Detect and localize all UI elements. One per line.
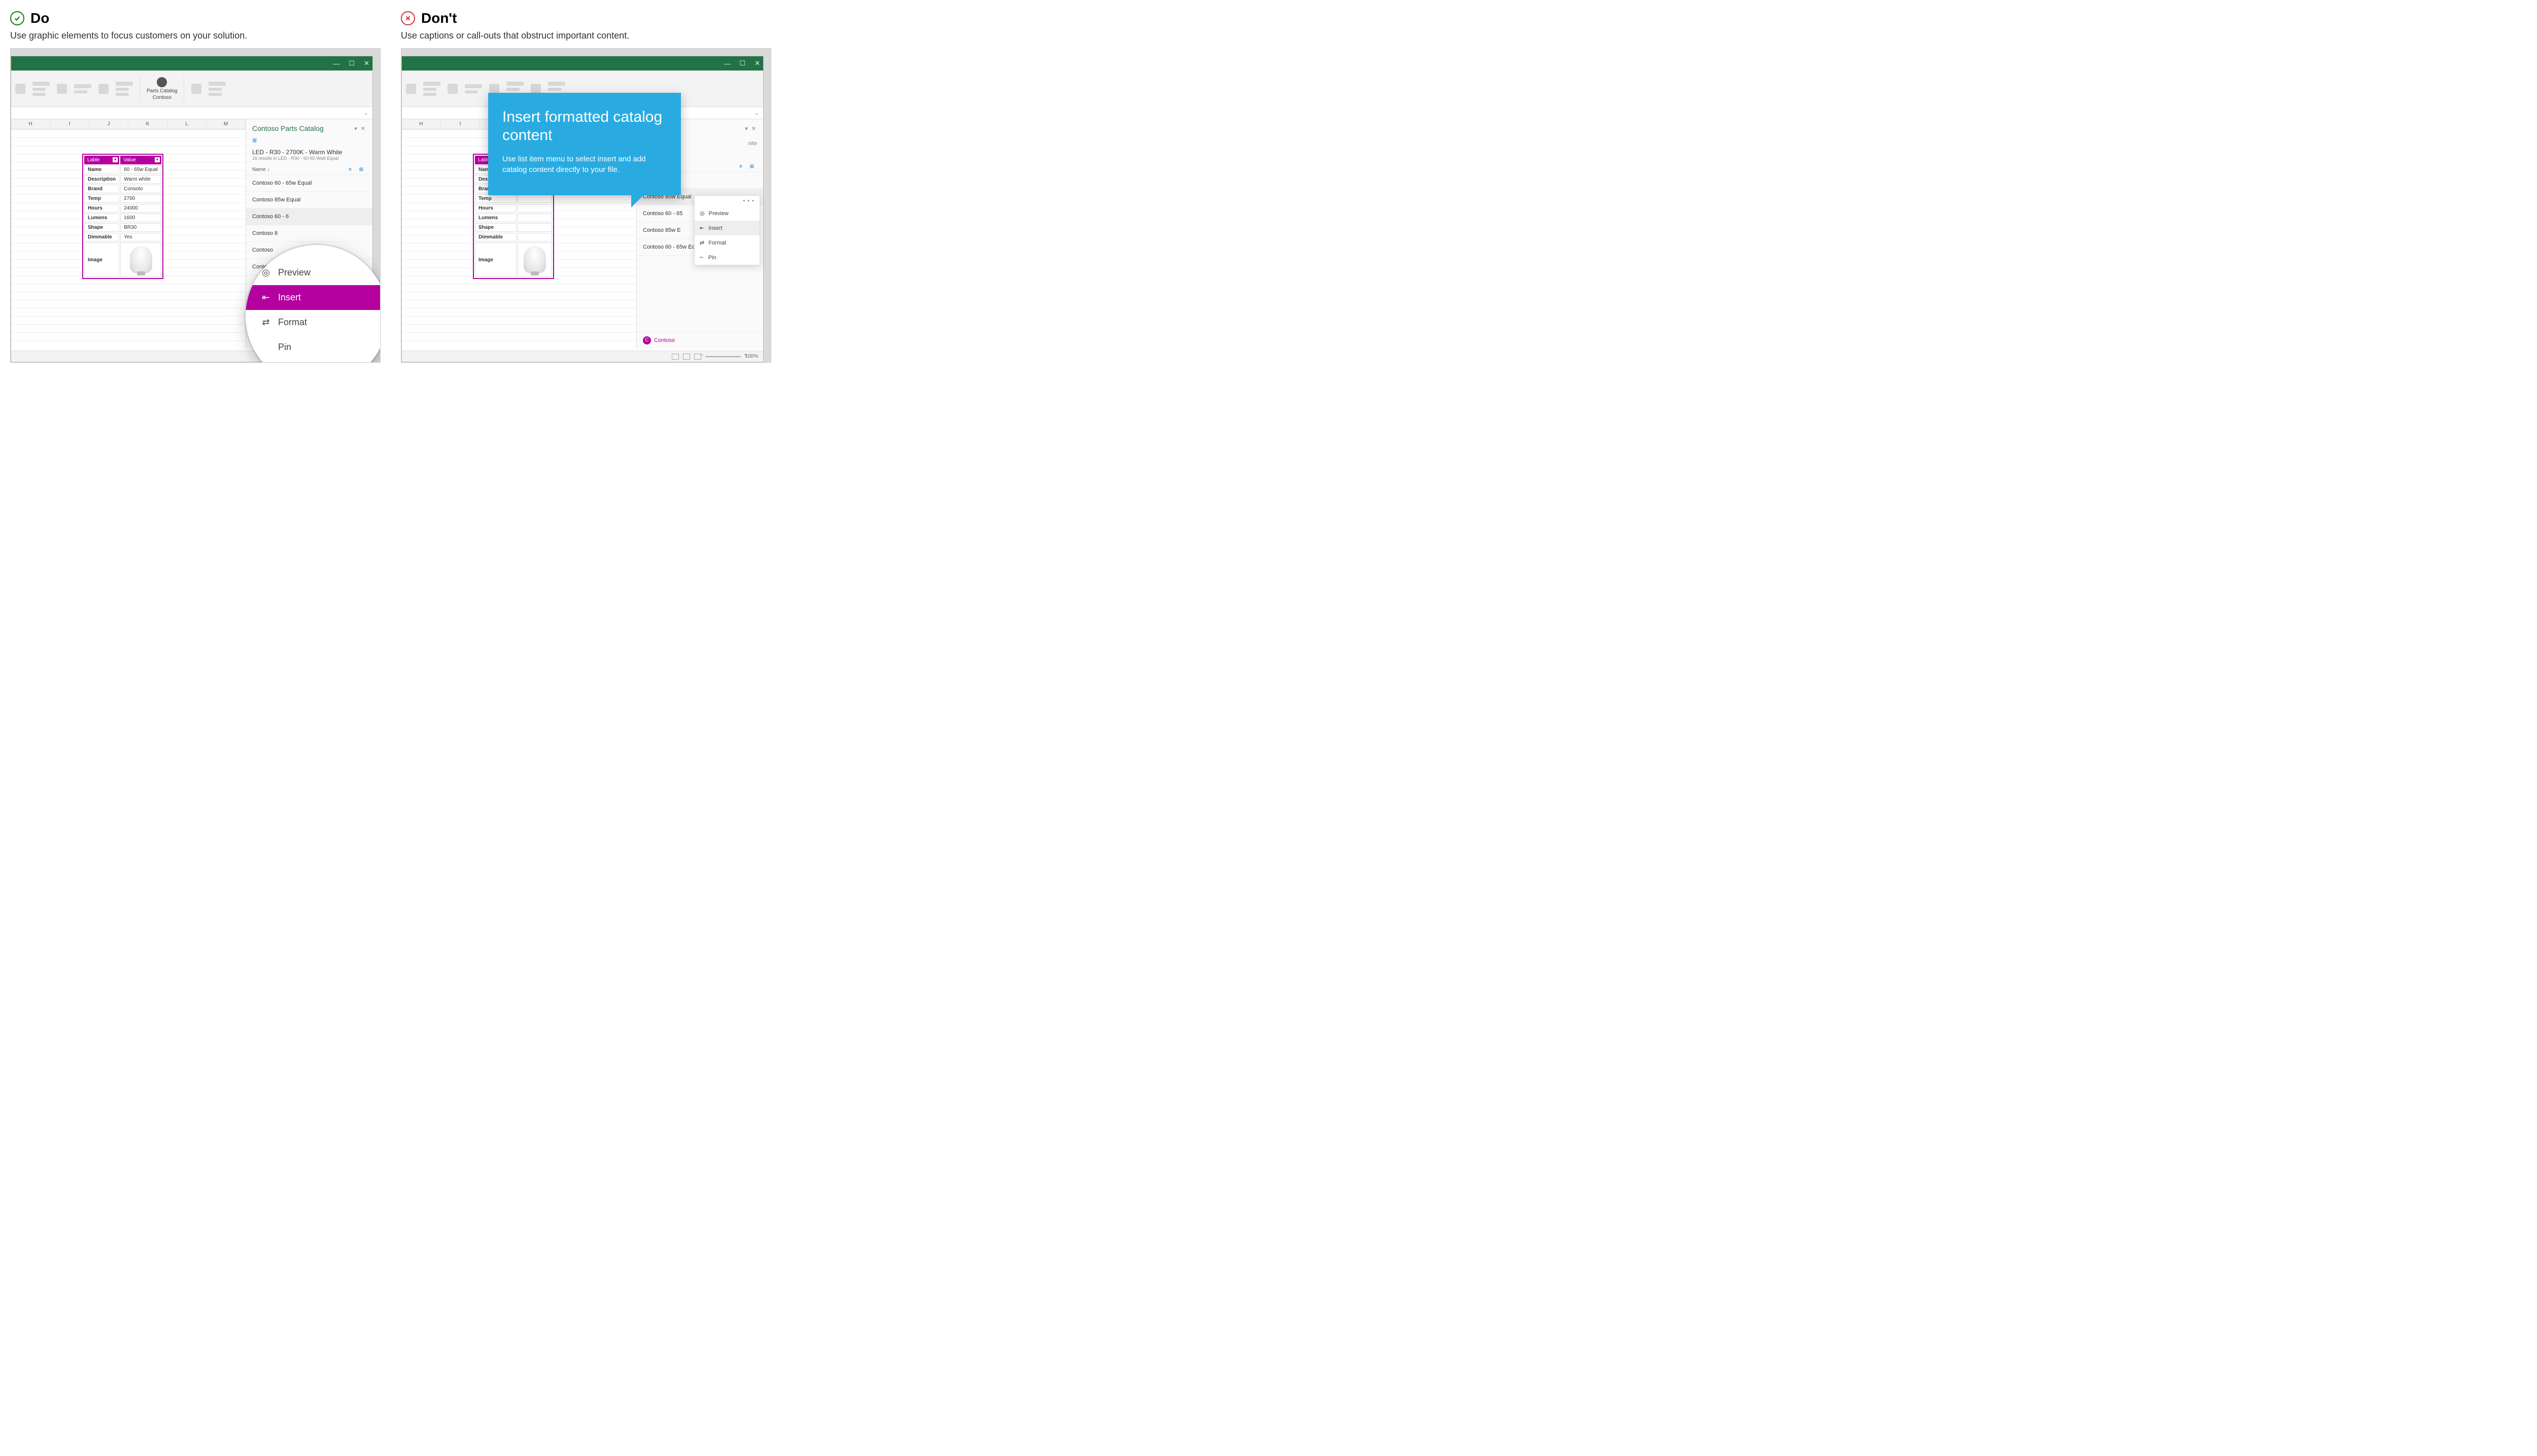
maximize-button[interactable]: ☐	[349, 59, 355, 67]
close-button[interactable]: ✕	[364, 59, 369, 67]
pane-footer[interactable]: CContoso	[637, 332, 763, 349]
column-headers: HIJ KLM	[11, 119, 246, 129]
insert-icon: ⇤	[261, 292, 271, 303]
do-subtitle: Use graphic elements to focus customers …	[10, 30, 381, 41]
bulb-image	[524, 246, 546, 273]
titlebar: — ☐ ✕	[11, 56, 372, 71]
task-pane-title: Contoso Parts Catalog	[252, 124, 324, 132]
status-bar: 100%	[402, 351, 763, 362]
callout-body: Use list item menu to select insert and …	[502, 154, 667, 175]
format-icon: ⇄	[700, 239, 704, 246]
bulb-icon	[157, 77, 167, 87]
menu-preview[interactable]: ◎Preview	[695, 206, 760, 221]
pane-heading: LED - R30 - 2700K - Warm White	[246, 149, 372, 156]
context-menu: • • • ◎Preview ⇤Insert ⇄Format ⟜Pin	[694, 195, 760, 265]
excel-window: — ☐ ✕ Parts Catalog Contoso	[11, 56, 373, 362]
close-button[interactable]: ✕	[755, 59, 760, 67]
sort-label[interactable]: Name	[252, 167, 266, 172]
list-item[interactable]: Contoso 85w Equal	[246, 192, 372, 209]
format-icon: ⇄	[261, 317, 271, 328]
maximize-button[interactable]: ☐	[739, 59, 745, 67]
menu-format[interactable]: ⇄Format	[695, 235, 760, 250]
hamburger-icon[interactable]: ≡	[246, 136, 372, 149]
do-frame: — ☐ ✕ Parts Catalog Contoso	[10, 48, 381, 363]
list-item[interactable]: Contoso 8	[246, 225, 372, 242]
task-pane-controls[interactable]: ▾ ✕	[745, 125, 757, 132]
ribbon-button-label-2: Contoso	[153, 95, 172, 100]
view-icons[interactable]: ≡ ⊞	[349, 167, 366, 172]
minimize-button[interactable]: —	[724, 60, 730, 67]
list-item[interactable]: Contoso 60 - 65w Equal	[246, 175, 372, 192]
menu-format[interactable]: ⇄ Format	[246, 310, 381, 335]
callout-title: Insert formatted catalog content	[502, 108, 667, 145]
menu-insert[interactable]: ⇤ Insert	[246, 285, 381, 310]
do-title: Do	[30, 10, 49, 26]
view-normal-icon[interactable]	[683, 354, 690, 360]
dont-frame: — ☐ ✕ ⌄	[401, 48, 771, 363]
dont-title: Don't	[421, 10, 457, 26]
task-pane-controls[interactable]: ▾ ✕	[354, 125, 366, 132]
pane-subheading: 16 results in LED - R30 - 60-65 Watt Equ…	[246, 156, 372, 165]
check-icon	[10, 11, 24, 25]
worksheet[interactable]: HIJ KLM Lable▾Value▾ Name60 - 65w Equal …	[11, 119, 246, 349]
dont-panel: Don't Use captions or call-outs that obs…	[401, 10, 771, 363]
list-item[interactable]: Contoso 60 - 6	[246, 209, 372, 225]
insert-icon: ⇤	[700, 225, 704, 231]
do-panel: Do Use graphic elements to focus custome…	[10, 10, 381, 363]
menu-pin[interactable]: Pin	[246, 335, 381, 360]
obstructing-callout: Insert formatted catalog content Use lis…	[488, 93, 681, 195]
titlebar: — ☐ ✕	[402, 56, 763, 71]
menu-pin[interactable]: ⟜Pin	[695, 250, 760, 265]
preview-icon: ◎	[700, 210, 705, 217]
ribbon: Parts Catalog Contoso	[11, 71, 372, 107]
sheet-nav-icon[interactable]	[672, 354, 679, 360]
dont-subtitle: Use captions or call-outs that obstruct …	[401, 30, 771, 41]
more-icon[interactable]: • • •	[695, 196, 760, 206]
zoom-slider[interactable]	[705, 356, 741, 357]
bulb-image	[130, 246, 152, 273]
x-icon	[401, 11, 415, 25]
ribbon-parts-catalog-button[interactable]: Parts Catalog Contoso	[140, 75, 184, 102]
menu-insert[interactable]: ⇤Insert	[695, 221, 760, 235]
excel-window: — ☐ ✕ ⌄	[401, 56, 764, 362]
formula-bar[interactable]: ⌄	[11, 107, 372, 119]
ribbon-button-label-1: Parts Catalog	[147, 88, 178, 94]
view-icons[interactable]: ≡ ⊞	[739, 164, 757, 169]
minimize-button[interactable]: —	[333, 60, 339, 67]
pin-icon: ⟜	[700, 254, 704, 261]
inserted-table: Lable▾Value▾ Name60 - 65w Equal Descript…	[82, 154, 163, 279]
